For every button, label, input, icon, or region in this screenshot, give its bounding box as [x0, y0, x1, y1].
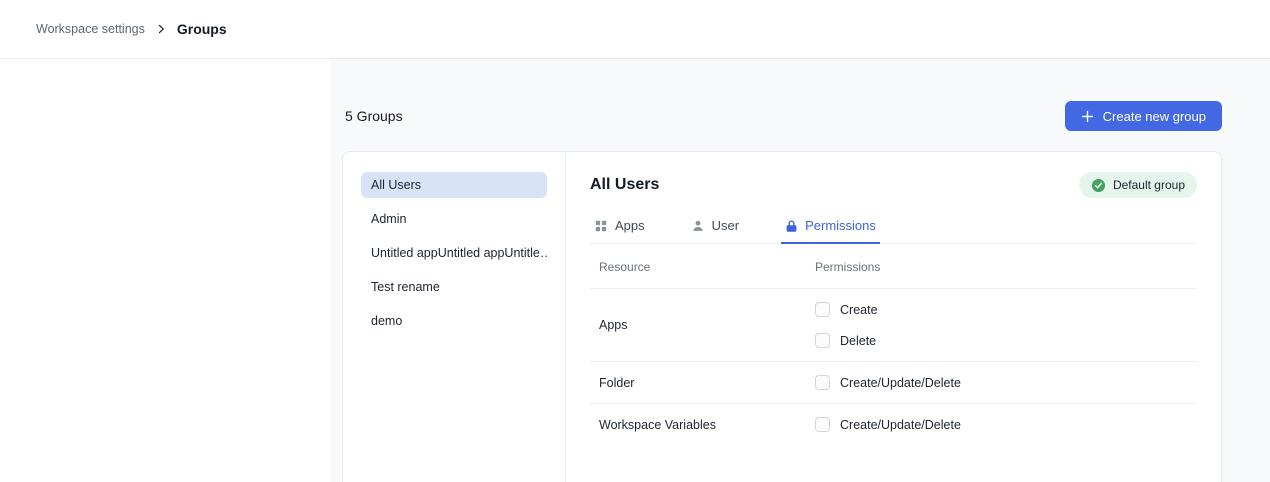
- checkbox-workspace-variables-create-update-delete[interactable]: [815, 417, 830, 432]
- plus-icon: [1081, 110, 1094, 123]
- column-header-permissions: Permissions: [815, 260, 880, 274]
- column-header-resource: Resource: [599, 260, 815, 274]
- resource-label-folder: Folder: [599, 376, 815, 390]
- tab-permissions-label: Permissions: [805, 218, 876, 233]
- chevron-right-icon: [155, 23, 167, 35]
- group-title: All Users: [590, 176, 659, 194]
- permissions-table: Resource Permissions Apps Create: [590, 244, 1197, 445]
- permission-option-create: Create: [815, 302, 878, 317]
- default-group-badge-label: Default group: [1113, 178, 1185, 192]
- permission-label-create: Create: [840, 303, 878, 317]
- groups-content: 5 Groups Create new group All Users Admi…: [330, 59, 1270, 482]
- group-detail-panel: All Users Default group: [566, 152, 1221, 482]
- table-row-apps: Apps Create Delete: [590, 289, 1197, 362]
- groups-card: All Users Admin Untitled appUntitled app…: [342, 151, 1222, 482]
- permission-option-folder-cud: Create/Update/Delete: [815, 375, 961, 390]
- permission-label-wsvar-cud: Create/Update/Delete: [840, 418, 961, 432]
- permission-option-delete: Delete: [815, 333, 878, 348]
- top-header: Workspace settings Groups: [0, 0, 1270, 59]
- permission-option-wsvar-cud: Create/Update/Delete: [815, 417, 961, 432]
- folder-permission-options: Create/Update/Delete: [815, 375, 961, 390]
- workspace-variables-permission-options: Create/Update/Delete: [815, 417, 961, 432]
- tab-user[interactable]: User: [687, 214, 743, 243]
- apps-permission-options: Create Delete: [815, 302, 878, 348]
- page-body: 5 Groups Create new group All Users Admi…: [0, 59, 1270, 482]
- group-item-untitled-app[interactable]: Untitled appUntitled appUntitle…: [361, 240, 547, 266]
- create-new-group-button[interactable]: Create new group: [1065, 101, 1222, 131]
- permissions-table-header: Resource Permissions: [590, 244, 1197, 289]
- create-new-group-label: Create new group: [1103, 109, 1206, 124]
- breadcrumb-current: Groups: [177, 21, 227, 37]
- group-item-test-rename[interactable]: Test rename: [361, 274, 547, 300]
- permission-label-delete: Delete: [840, 334, 876, 348]
- tab-user-label: User: [712, 218, 739, 233]
- resource-label-apps: Apps: [599, 318, 815, 332]
- left-sidebar-area: [0, 59, 330, 482]
- groups-count-label: 5 Groups: [345, 108, 403, 124]
- checkbox-apps-delete[interactable]: [815, 333, 830, 348]
- group-list: All Users Admin Untitled appUntitled app…: [343, 152, 566, 482]
- tab-permissions[interactable]: Permissions: [781, 214, 880, 243]
- tab-apps-label: Apps: [615, 218, 645, 233]
- resource-label-workspace-variables: Workspace Variables: [599, 418, 815, 432]
- permission-label-folder-cud: Create/Update/Delete: [840, 376, 961, 390]
- content-header: 5 Groups Create new group: [342, 101, 1222, 131]
- table-row-folder: Folder Create/Update/Delete: [590, 362, 1197, 404]
- tab-apps[interactable]: Apps: [590, 214, 649, 243]
- group-detail-header: All Users Default group: [590, 172, 1197, 198]
- checkbox-folder-create-update-delete[interactable]: [815, 375, 830, 390]
- checkbox-apps-create[interactable]: [815, 302, 830, 317]
- breadcrumb: Workspace settings Groups: [36, 21, 227, 37]
- breadcrumb-workspace-settings[interactable]: Workspace settings: [36, 22, 145, 36]
- group-item-admin[interactable]: Admin: [361, 206, 547, 232]
- group-item-all-users[interactable]: All Users: [361, 172, 547, 198]
- lock-icon: [785, 219, 798, 233]
- group-item-demo[interactable]: demo: [361, 308, 547, 334]
- workspace-settings-groups-page: Workspace settings Groups 5 Groups Creat…: [0, 0, 1270, 482]
- user-icon: [691, 219, 705, 233]
- default-group-badge: Default group: [1079, 172, 1197, 198]
- check-circle-icon: [1091, 178, 1106, 193]
- apps-grid-icon: [594, 219, 608, 233]
- table-row-workspace-variables: Workspace Variables Create/Update/Delete: [590, 404, 1197, 445]
- detail-tabs: Apps User Permissions: [590, 214, 1197, 244]
